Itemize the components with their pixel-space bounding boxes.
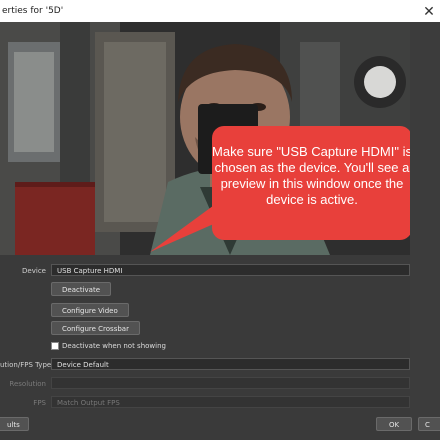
resolution-field xyxy=(51,377,410,389)
deactivate-when-not-showing-label: Deactivate when not showing xyxy=(62,342,166,350)
callout-text: Make sure "USB Capture HDMI" is chosen a… xyxy=(212,144,410,207)
defaults-button[interactable]: ults xyxy=(0,417,29,431)
video-preview: Make sure "USB Capture HDMI" is chosen a… xyxy=(0,22,410,255)
device-select[interactable]: USB Capture HDMI xyxy=(51,264,410,276)
ok-button[interactable]: OK xyxy=(376,417,412,431)
resolution-fps-type-label: ution/FPS Type xyxy=(0,361,52,369)
resolution-label: Resolution xyxy=(9,380,46,388)
right-edge-panel xyxy=(410,22,440,440)
fps-select: Match Output FPS xyxy=(51,396,410,408)
configure-crossbar-button[interactable]: Configure Crossbar xyxy=(51,321,140,335)
deactivate-when-not-showing-checkbox[interactable] xyxy=(51,342,59,350)
fps-label: FPS xyxy=(33,399,46,407)
footer-bar xyxy=(0,412,410,440)
deactivate-button[interactable]: Deactivate xyxy=(51,282,112,296)
device-label: Device xyxy=(22,267,46,275)
configure-video-button[interactable]: Configure Video xyxy=(51,303,129,317)
resolution-fps-type-select[interactable]: Device Default xyxy=(51,358,410,370)
instruction-callout: Make sure "USB Capture HDMI" is chosen a… xyxy=(212,126,410,240)
cancel-button[interactable]: C xyxy=(418,417,440,431)
close-icon[interactable]: ✕ xyxy=(418,0,440,22)
window-title: erties for '5D' xyxy=(2,6,64,16)
title-bar: erties for '5D' ✕ xyxy=(0,0,440,23)
